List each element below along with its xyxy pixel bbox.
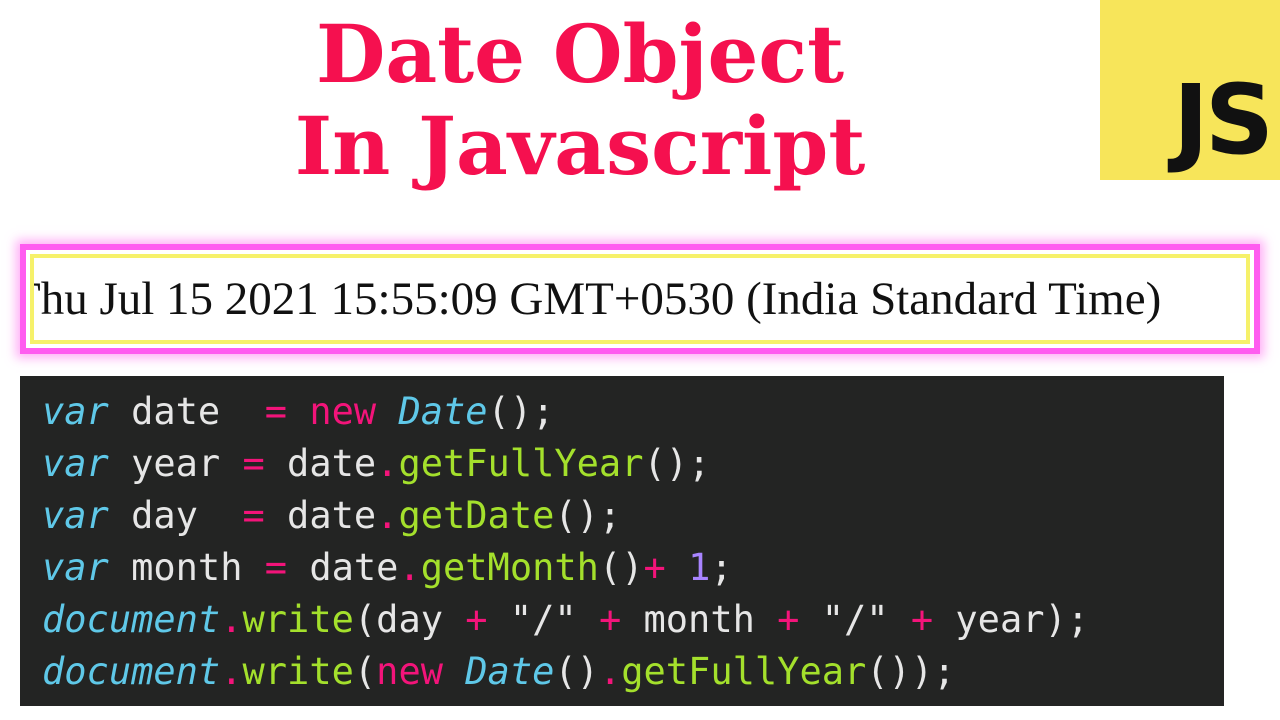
js-logo: JS [1100, 0, 1280, 180]
code-token: var [42, 442, 109, 485]
code-token: = [264, 546, 288, 589]
code-line: var month = date.getMonth()+ 1; [42, 542, 733, 594]
date-output-box: Thu Jul 15 2021 15:55:09 GMT+0530 (India… [20, 244, 1260, 354]
code-line: var year = date.getFullYear(); [42, 438, 710, 490]
code-token: . [398, 546, 421, 589]
code-token: getFullYear [398, 442, 644, 485]
code-token: date [108, 390, 265, 433]
code-token: ( [353, 650, 377, 693]
code-token: getFullYear [621, 650, 867, 693]
code-token: getMonth [420, 546, 599, 589]
code-token: write [242, 650, 354, 693]
code-token: + [910, 598, 934, 641]
code-token: () [554, 650, 599, 693]
code-token: (day [353, 598, 466, 641]
code-token: . [376, 494, 399, 537]
code-token: date [264, 494, 377, 537]
code-token: + [643, 546, 666, 589]
code-token: var [42, 390, 109, 433]
code-token: . [220, 598, 243, 641]
code-token: + [777, 598, 800, 641]
code-token: var [42, 494, 109, 537]
code-token: . [598, 650, 622, 693]
date-output-text: Thu Jul 15 2021 15:55:09 GMT+0530 (India… [30, 273, 1162, 325]
code-token: (); [487, 390, 555, 433]
code-token: . [220, 650, 243, 693]
code-token: Date [465, 650, 555, 693]
date-output-inner: Thu Jul 15 2021 15:55:09 GMT+0530 (India… [30, 254, 1250, 344]
code-token: date [287, 546, 399, 589]
code-token: new [309, 390, 377, 433]
code-token: "/" [487, 598, 599, 641]
code-line: var date = new Date(); [42, 386, 554, 438]
code-token: () [598, 546, 644, 589]
js-logo-label: JS [1173, 64, 1274, 176]
code-token: + [465, 598, 488, 641]
title-line-1: Date Object [315, 7, 845, 101]
code-token: + [598, 598, 622, 641]
code-token: month [621, 598, 778, 641]
code-token: document [42, 598, 221, 641]
code-token: year); [933, 598, 1090, 641]
code-token: "/" [799, 598, 911, 641]
code-token: (); [643, 442, 711, 485]
code-token: ()); [866, 650, 956, 693]
code-token: var [42, 546, 109, 589]
code-editor-panel: var date = new Date(); var year = date.g… [20, 376, 1224, 706]
code-token: = [242, 442, 265, 485]
code-token: Date [398, 390, 488, 433]
code-line: document.write(new Date().getFullYear())… [42, 646, 955, 698]
code-token: 1 [688, 546, 711, 589]
code-token: ; [710, 546, 733, 589]
code-line: var day = date.getDate(); [42, 490, 621, 542]
code-token: = [242, 494, 265, 537]
page-title: Date Object In Javascript [160, 8, 1000, 192]
code-token: document [42, 650, 221, 693]
title-line-2: In Javascript [294, 99, 866, 193]
code-token: . [376, 442, 399, 485]
code-token: = [264, 390, 288, 433]
code-line: document.write(day + "/" + month + "/" +… [42, 594, 1089, 646]
code-token: day [108, 494, 243, 537]
code-token: date [264, 442, 377, 485]
code-token: month [108, 546, 265, 589]
code-token: write [242, 598, 354, 641]
code-token: year [108, 442, 243, 485]
code-token: getDate [398, 494, 555, 537]
code-token: (); [554, 494, 622, 537]
code-token: new [376, 650, 443, 693]
